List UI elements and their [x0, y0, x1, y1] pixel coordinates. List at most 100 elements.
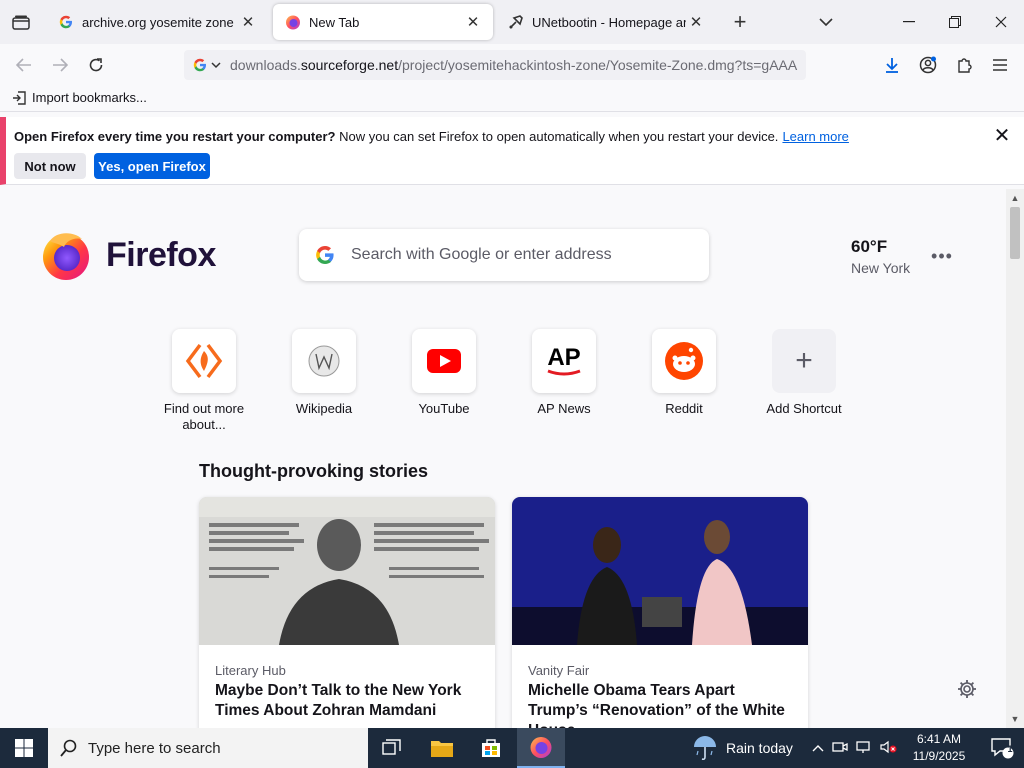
- taskbar-weather[interactable]: Rain today: [692, 728, 793, 768]
- volume-muted-icon[interactable]: [880, 740, 898, 757]
- add-shortcut-button[interactable]: + Add Shortcut: [749, 329, 859, 417]
- back-button[interactable]: [9, 50, 39, 80]
- svg-text:AP: AP: [547, 344, 580, 371]
- notification-body: Now you can set Firefox to open automati…: [335, 129, 779, 144]
- app-menu-button[interactable]: [985, 50, 1015, 80]
- search-box[interactable]: Search with Google or enter address: [299, 229, 709, 281]
- firefox-taskbar-button[interactable]: [517, 728, 565, 768]
- story-source: Literary Hub: [215, 663, 286, 678]
- arrow-left-icon: [16, 58, 31, 72]
- microsoft-store-button[interactable]: [467, 728, 515, 768]
- file-explorer-button[interactable]: [418, 728, 466, 768]
- plus-icon: +: [733, 9, 747, 34]
- firefox-logo-icon: [43, 233, 89, 280]
- weather-city: New York: [851, 260, 911, 276]
- search-engine-button[interactable]: [184, 50, 230, 80]
- windows-taskbar: Type here to search Rain today 6:41 AM 1…: [0, 728, 1024, 768]
- weather-widget[interactable]: 60°F New York: [851, 237, 910, 276]
- weather-menu-icon[interactable]: •••: [928, 246, 956, 266]
- folder-icon: [431, 741, 453, 757]
- new-tab-page: Firefox Search with Google or enter addr…: [0, 189, 1006, 728]
- shortcut-wikipedia[interactable]: Wikipedia: [269, 329, 379, 417]
- taskbar-search-placeholder: Type here to search: [88, 739, 221, 757]
- close-tab-icon[interactable]: ✕: [686, 12, 706, 32]
- customize-gear-icon[interactable]: [957, 679, 979, 701]
- shortcut-sourceforge[interactable]: Find out more about...: [149, 329, 259, 433]
- taskbar-weather-text: Rain today: [726, 740, 793, 756]
- weather-temperature: 60°F: [851, 237, 888, 256]
- taskbar-clock[interactable]: 6:41 AM 11/9/2025: [906, 731, 972, 765]
- taskbar-search-box[interactable]: Type here to search: [48, 728, 368, 768]
- url-text[interactable]: downloads.sourceforge.net/project/yosemi…: [230, 57, 806, 73]
- account-button[interactable]: [913, 50, 943, 80]
- story-card[interactable]: Vanity Fair Michelle Obama Tears Apart T…: [512, 497, 808, 728]
- puzzle-icon: [958, 58, 972, 73]
- story-card[interactable]: Literary Hub Maybe Don’t Talk to the New…: [199, 497, 495, 728]
- clock-date: 11/9/2025: [912, 749, 966, 763]
- meet-now-icon[interactable]: [832, 740, 848, 757]
- close-notification-icon[interactable]: ✕: [990, 123, 1014, 147]
- tab-title: New Tab: [309, 14, 360, 30]
- shortcut-label: Reddit: [665, 401, 703, 416]
- close-window-button[interactable]: [978, 0, 1024, 44]
- tab-strip: archive.org yosemite zone iso - ✕ New Ta…: [0, 0, 1024, 44]
- import-icon: [13, 90, 26, 105]
- url-bar[interactable]: downloads.sourceforge.net/project/yosemi…: [184, 50, 806, 80]
- story-headline[interactable]: Michelle Obama Tears Apart Trump’s “Reno…: [528, 681, 798, 728]
- reload-button[interactable]: [81, 50, 111, 80]
- story-headline[interactable]: Maybe Don’t Talk to the New York Times A…: [215, 681, 485, 721]
- close-tab-icon[interactable]: ✕: [238, 12, 258, 32]
- notification-count-badge: 1: [1007, 744, 1013, 754]
- list-all-tabs-button[interactable]: [811, 7, 841, 37]
- downloads-button[interactable]: [877, 50, 907, 80]
- page-scrollbar[interactable]: ▲ ▼: [1006, 189, 1024, 728]
- notification-message: Open Firefox every time you restart your…: [14, 129, 849, 144]
- google-g-icon: [193, 58, 206, 72]
- scroll-down-icon[interactable]: ▼: [1009, 712, 1021, 726]
- clock-time: 6:41 AM: [916, 732, 962, 746]
- tab-title: UNetbootin - Homepage and D: [532, 14, 686, 30]
- network-icon[interactable]: [856, 740, 872, 757]
- scroll-up-icon[interactable]: ▲: [1009, 191, 1021, 205]
- scrollbar-thumb[interactable]: [1010, 207, 1020, 259]
- shortcut-ap-news[interactable]: AP AP News: [509, 329, 619, 417]
- learn-more-link[interactable]: Learn more: [782, 129, 848, 144]
- reddit-icon: [652, 329, 716, 393]
- yes-open-firefox-button[interactable]: Yes, open Firefox: [94, 153, 210, 179]
- account-icon: [919, 56, 937, 74]
- tab-archive[interactable]: archive.org yosemite zone iso - ✕: [46, 4, 268, 40]
- firefox-view-button[interactable]: [6, 8, 36, 38]
- task-view-button[interactable]: [368, 728, 416, 768]
- import-bookmarks-button[interactable]: Import bookmarks...: [12, 90, 147, 105]
- import-bookmarks-label: Import bookmarks...: [32, 90, 147, 105]
- story-image: [199, 497, 495, 645]
- youtube-icon: [412, 329, 476, 393]
- extensions-button[interactable]: [949, 50, 979, 80]
- arrow-right-icon: [53, 58, 68, 72]
- tab-unetbootin[interactable]: UNetbootin - Homepage and D ✕: [496, 4, 716, 40]
- action-center-button[interactable]: 1: [980, 728, 1024, 768]
- hamburger-menu-icon: [993, 59, 1007, 71]
- search-placeholder: Search with Google or enter address: [351, 246, 612, 263]
- chevron-up-icon[interactable]: [812, 741, 824, 755]
- stories-heading: Thought-provoking stories: [199, 461, 428, 481]
- minimize-icon: [903, 21, 915, 23]
- shortcut-youtube[interactable]: YouTube: [389, 329, 499, 417]
- shortcut-reddit[interactable]: Reddit: [629, 329, 739, 417]
- download-icon: [886, 58, 898, 73]
- restore-icon: [949, 16, 961, 28]
- shortcut-label: Wikipedia: [295, 401, 353, 416]
- google-g-icon: [299, 245, 351, 265]
- url-path: /project/yosemitehackintosh-zone/Yosemit…: [398, 57, 798, 73]
- new-tab-button[interactable]: +: [725, 7, 755, 37]
- restore-button[interactable]: [932, 0, 978, 44]
- not-now-button[interactable]: Not now: [14, 153, 86, 179]
- start-button[interactable]: [0, 728, 48, 768]
- story-image: [512, 497, 808, 645]
- minimize-button[interactable]: [886, 0, 932, 44]
- close-tab-icon[interactable]: ✕: [463, 12, 483, 32]
- forward-button[interactable]: [45, 50, 75, 80]
- unetbootin-icon: [508, 14, 524, 30]
- tab-new-tab[interactable]: New Tab ✕: [273, 4, 493, 40]
- top-sites: Find out more about... Wikipedia YouTube…: [0, 329, 1006, 439]
